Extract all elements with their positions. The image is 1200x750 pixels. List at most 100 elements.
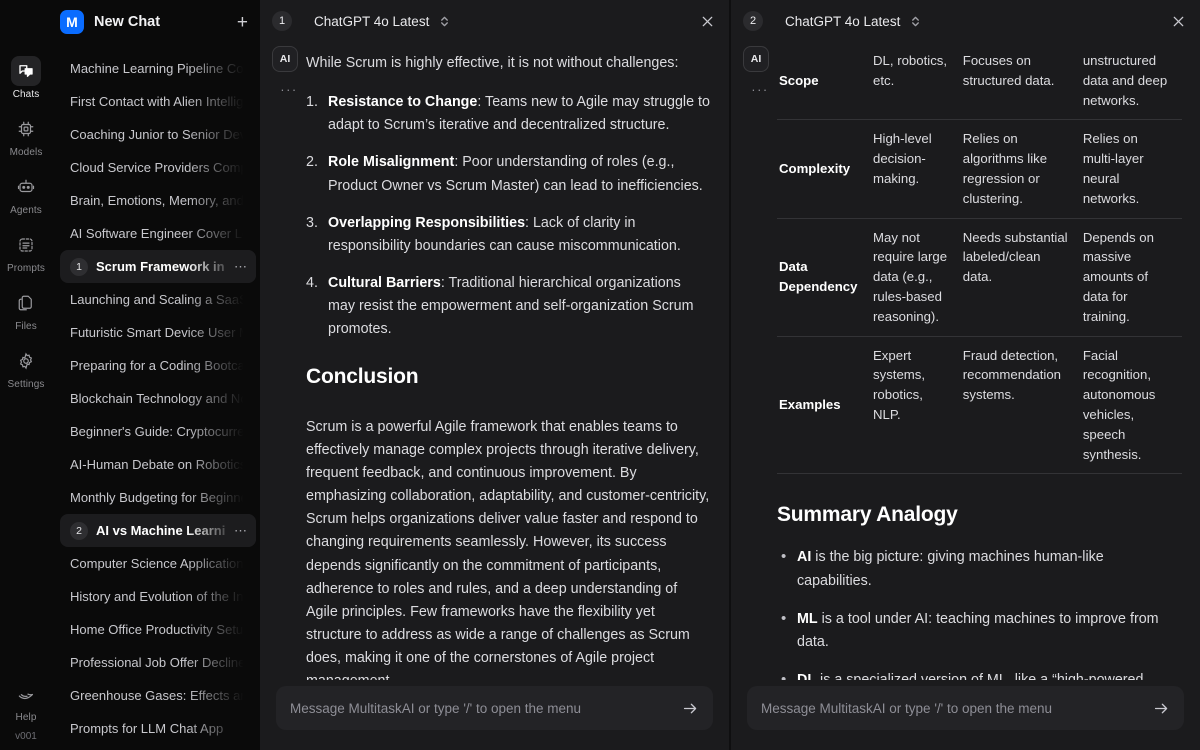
bullet-marker: • xyxy=(781,545,786,569)
chat-item-badge: 1 xyxy=(70,258,88,276)
table-row: ComplexityHigh-level decision-making.Rel… xyxy=(777,120,1182,218)
chat-list-item[interactable]: Brain, Emotions, Memory, and A xyxy=(60,184,256,217)
chat-list-item[interactable]: Cloud Service Providers Compa xyxy=(60,151,256,184)
chat-list-item[interactable]: Blockchain Technology and Non xyxy=(60,382,256,415)
rail-bottom: Help v001 xyxy=(0,679,52,742)
table-row: Data DependencyMay not require large dat… xyxy=(777,218,1182,336)
chat-list-item[interactable]: Launching and Scaling a SaaS S xyxy=(60,283,256,316)
chat-item-title: Home Office Productivity Setup xyxy=(70,622,248,637)
chat-item-title: Futuristic Smart Device User M xyxy=(70,325,248,340)
chat-item-title: Launching and Scaling a SaaS S xyxy=(70,292,248,307)
chat-list-item[interactable]: Home Office Productivity Setup xyxy=(60,613,256,646)
chat-list-item[interactable]: Prompts for LLM Chat App xyxy=(60,712,256,745)
ai-avatar: AI xyxy=(743,46,769,72)
table-cell: Focuses on structured data. xyxy=(963,42,1083,120)
chat-list-item[interactable]: Computer Science Application E xyxy=(60,547,256,580)
panel-1-close-icon[interactable] xyxy=(700,14,715,29)
rail-item-help[interactable]: Help xyxy=(0,679,52,723)
chat-item-title: Preparing for a Coding Bootcam xyxy=(70,358,248,373)
chat-item-badge: 2 xyxy=(70,522,88,540)
panel-2-model-name: ChatGPT 4o Latest xyxy=(785,14,900,29)
chat-list-item[interactable]: 2AI vs Machine Learning⋯ xyxy=(60,514,256,547)
chat-list-item[interactable]: Machine Learning Pipeline Com xyxy=(60,52,256,85)
chevron-updown-icon[interactable] xyxy=(439,15,450,28)
panel-1-header: 1 ChatGPT 4o Latest xyxy=(260,0,729,42)
chat-list-item[interactable]: Beginner's Guide: Cryptocurren xyxy=(60,415,256,448)
chat-list-item[interactable]: Monthly Budgeting for Beginner xyxy=(60,481,256,514)
chat-item-menu-icon[interactable]: ⋯ xyxy=(234,259,248,275)
rail-item-prompts[interactable]: Prompts xyxy=(0,230,52,274)
panel-2-composer: Message MultitaskAI or type '/' to open … xyxy=(731,680,1200,750)
panels-container: 1 ChatGPT 4o Latest AI ··· xyxy=(260,0,1200,750)
list-marker: 3. xyxy=(306,212,318,235)
rail-item-agents[interactable]: Agents xyxy=(0,172,52,216)
bullet-text: is the big picture: giving machines huma… xyxy=(797,549,1104,588)
chip-icon xyxy=(11,114,41,144)
panel-2-send-icon[interactable] xyxy=(1153,700,1170,717)
chat-item-title: Professional Job Offer Decline xyxy=(70,655,245,670)
chat-list-item[interactable]: AI-Human Debate on Robotics E xyxy=(60,448,256,481)
chat-list-item[interactable]: Greenhouse Gases: Effects and xyxy=(60,679,256,712)
bullet-term: ML xyxy=(797,611,818,627)
message-menu-icon[interactable]: ··· xyxy=(272,82,306,97)
rail-item-files[interactable]: Files xyxy=(0,288,52,332)
chat-item-title: Scrum Framework in Agile xyxy=(96,259,226,274)
panel-2-input-placeholder: Message MultitaskAI or type '/' to open … xyxy=(761,701,1153,716)
panel-1-badge: 1 xyxy=(272,11,292,31)
chat-list-sidebar: M New Chat + Machine Learning Pipeline C… xyxy=(52,0,260,750)
panel-2-gutter: AI ··· xyxy=(743,42,777,680)
rail-label-files: Files xyxy=(15,321,37,332)
comparison-table: ScopeDL, robotics, etc.Focuses on struct… xyxy=(777,42,1182,474)
rail-item-models[interactable]: Models xyxy=(0,114,52,158)
chat-item-title: History and Evolution of the Inte xyxy=(70,589,248,604)
chat-list-item[interactable]: Coaching Junior to Senior Deve xyxy=(60,118,256,151)
bullet-text: is a tool under AI: teaching machines to… xyxy=(797,611,1159,650)
challenge-item: 3.Overlapping Responsibilities: Lack of … xyxy=(306,212,711,258)
chat-list-item[interactable]: 1 Scrum Framework in Agile ⋯ xyxy=(60,250,256,283)
chat-item-title: Blockchain Technology and Non xyxy=(70,391,248,406)
conclusion-heading: Conclusion xyxy=(306,360,711,394)
chat-item-title: AI Software Engineer Cover Let xyxy=(70,226,248,241)
new-chat-button[interactable]: + xyxy=(235,13,250,32)
chat-list-item[interactable]: Preparing for a Coding Bootcam xyxy=(60,349,256,382)
chat-item-menu-icon[interactable]: ⋯ xyxy=(234,523,248,539)
chat-list-item[interactable]: First Contact with Alien Intellig xyxy=(60,85,256,118)
bullet-text: is a specialized version of ML, like a “… xyxy=(797,672,1166,680)
table-cell: Expert systems, robotics, NLP. xyxy=(873,336,963,474)
summary-analogy-heading: Summary Analogy xyxy=(777,498,1182,532)
rail-item-settings[interactable]: Settings xyxy=(0,346,52,390)
chat-list-item[interactable]: Professional Job Offer Decline xyxy=(60,646,256,679)
table-row-header: Examples xyxy=(777,336,873,474)
chat-item-title: Beginner's Guide: Cryptocurren xyxy=(70,424,248,439)
panel-2-badge: 2 xyxy=(743,11,763,31)
panel-2-message-input[interactable]: Message MultitaskAI or type '/' to open … xyxy=(747,686,1184,730)
chat-list-header: M New Chat + xyxy=(56,0,260,44)
chat-item-title: Machine Learning Pipeline Com xyxy=(70,61,248,76)
chat-item-title: Greenhouse Gases: Effects and xyxy=(70,688,248,703)
challenges-list: 1.Resistance to Change: Teams new to Agi… xyxy=(306,91,711,341)
rail-label-help: Help xyxy=(16,712,37,723)
panel-2-message-content: ScopeDL, robotics, etc.Focuses on struct… xyxy=(777,42,1200,680)
chevron-updown-icon[interactable] xyxy=(910,15,921,28)
app-root: Chats Models Agents xyxy=(0,0,1200,750)
message-menu-icon[interactable]: ··· xyxy=(743,82,777,97)
new-chat-label: New Chat xyxy=(94,14,225,30)
chat-list-item[interactable]: AI Software Engineer Cover Let xyxy=(60,217,256,250)
rail-item-chats[interactable]: Chats xyxy=(0,56,52,100)
panel-1-message-input[interactable]: Message MultitaskAI or type '/' to open … xyxy=(276,686,713,730)
chat-list-item[interactable]: Futuristic Smart Device User M xyxy=(60,316,256,349)
chat-list-item[interactable]: History and Evolution of the Inte xyxy=(60,580,256,613)
rail-label-models: Models xyxy=(10,147,43,158)
panel-2-close-icon[interactable] xyxy=(1171,14,1186,29)
rail-label-chats: Chats xyxy=(13,89,40,100)
panel-1-gutter: AI ··· xyxy=(272,42,306,680)
panel-2-body: AI ··· ScopeDL, robotics, etc.Focuses on… xyxy=(731,42,1200,680)
table-row-header: Complexity xyxy=(777,120,873,218)
panel-1-send-icon[interactable] xyxy=(682,700,699,717)
challenge-title: Cultural Barriers xyxy=(328,275,441,291)
chat-panel-2: 2 ChatGPT 4o Latest AI ··· xyxy=(731,0,1200,750)
table-cell: Facial recognition, autonomous vehicles,… xyxy=(1083,336,1182,474)
summary-bullet-item: •DL is a specialized version of ML, like… xyxy=(777,669,1182,680)
chat-item-title: Coaching Junior to Senior Deve xyxy=(70,127,248,142)
prompts-icon xyxy=(11,230,41,260)
